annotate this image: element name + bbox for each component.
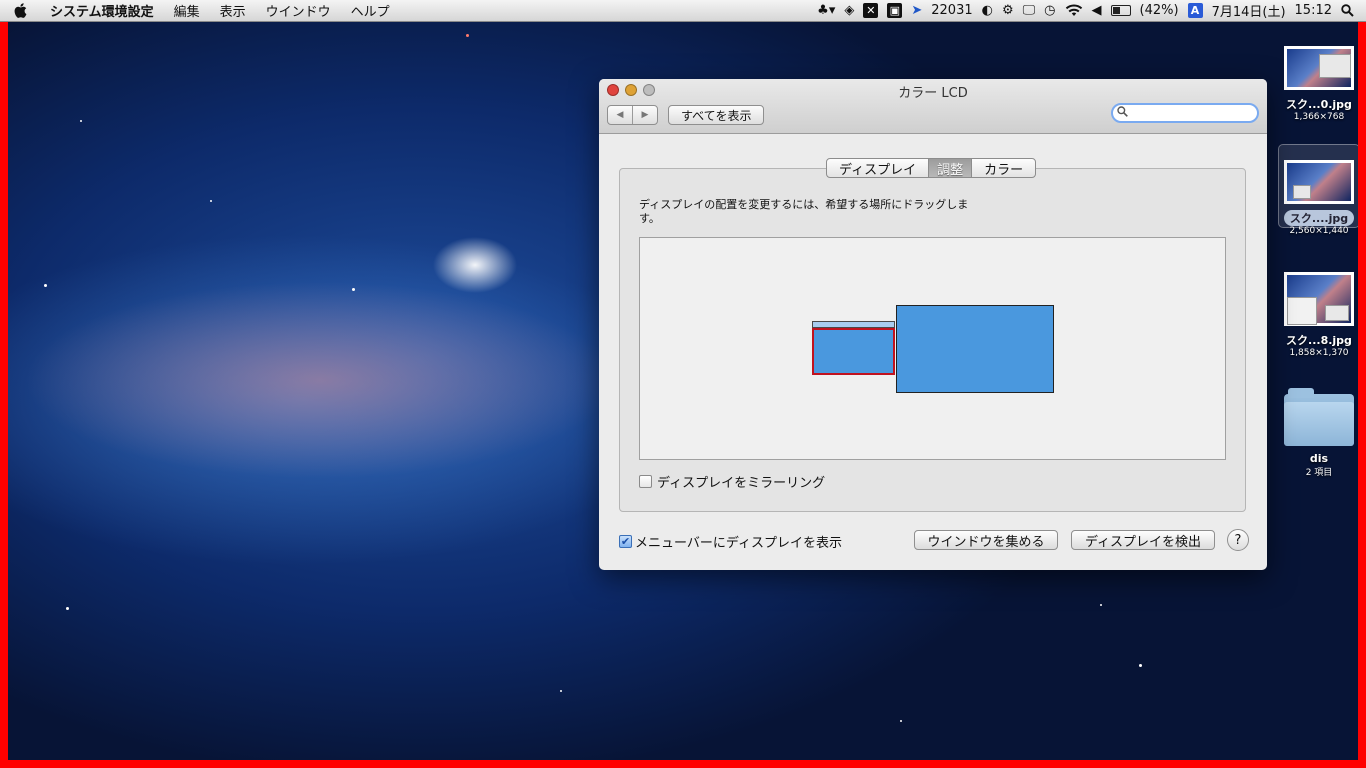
- desktop-folder-dis[interactable]: dis 2 項目: [1277, 388, 1361, 478]
- x-app-icon[interactable]: ✕: [863, 3, 879, 18]
- pref-tabs: ディスプレイ 調整 カラー: [826, 158, 1037, 178]
- folder-item-count: 2 項目: [1305, 468, 1333, 478]
- menubar-label: メニューバーにディスプレイを表示: [635, 536, 842, 551]
- tab-color[interactable]: カラー: [971, 159, 1035, 177]
- window-title: カラー LCD: [898, 86, 968, 101]
- menu-edit[interactable]: 編集: [164, 1, 210, 20]
- cursor-counter-icon[interactable]: ➤: [911, 3, 922, 18]
- desktop-file-screenshot-1[interactable]: スク...0.jpg 1,366×768: [1277, 46, 1361, 122]
- time-machine-icon[interactable]: ◷: [1044, 3, 1055, 18]
- star: [210, 200, 212, 202]
- star: [466, 34, 469, 37]
- star: [44, 284, 47, 287]
- file-dimensions: 1,366×768: [1293, 112, 1345, 122]
- spotlight-search-icon[interactable]: [1341, 4, 1354, 17]
- file-thumbnail: [1284, 46, 1354, 90]
- battery-percent: (42%): [1139, 3, 1179, 18]
- mirror-checkbox[interactable]: [639, 475, 652, 488]
- folder-name: dis: [1309, 452, 1329, 465]
- menu-view[interactable]: 表示: [210, 1, 256, 20]
- battery-icon[interactable]: [1110, 5, 1131, 16]
- id-card-icon[interactable]: ▣: [887, 3, 903, 18]
- gather-windows-button[interactable]: ウインドウを集める: [914, 530, 1058, 550]
- wifi-icon[interactable]: [1065, 4, 1083, 17]
- help-button[interactable]: ?: [1227, 529, 1249, 551]
- menubar-indicator[interactable]: [812, 321, 895, 328]
- search-icon: [1117, 106, 1128, 120]
- display-icon[interactable]: 🖵: [1023, 3, 1036, 18]
- file-name: スク...0.jpg: [1286, 98, 1352, 111]
- globe-icon[interactable]: ◈: [844, 3, 854, 18]
- back-button[interactable]: ◀: [608, 106, 632, 124]
- detect-displays-button[interactable]: ディスプレイを検出: [1071, 530, 1215, 550]
- star: [900, 720, 902, 722]
- show-displays-in-menubar-option[interactable]: ✔ メニューバーにディスプレイを表示: [619, 532, 842, 551]
- menu-help[interactable]: ヘルプ: [341, 1, 400, 20]
- color-lcd-preferences-window: カラー LCD ◀ ▶ すべてを表示 ディスプレイ 調整 カラー ディスプレイの…: [599, 79, 1267, 570]
- counter-value: 22031: [931, 3, 973, 18]
- apple-menu-icon[interactable]: [0, 3, 40, 18]
- display-primary[interactable]: [896, 305, 1054, 393]
- input-method-icon[interactable]: A: [1187, 3, 1203, 18]
- star: [80, 120, 82, 122]
- search-input[interactable]: [1128, 105, 1242, 121]
- status-area: ♣▾ ◈ ✕ ▣ ➤ 22031 ◐ ⚙ 🖵 ◷ ◀ (42%) A 7月14日…: [817, 1, 1366, 20]
- star: [66, 607, 69, 610]
- display-arrangement-area: [639, 237, 1226, 460]
- file-thumbnail: [1284, 160, 1354, 204]
- display-secondary[interactable]: [812, 321, 895, 375]
- menu-app-name[interactable]: システム環境設定: [40, 1, 164, 20]
- file-dimensions: 1,858×1,370: [1289, 348, 1349, 358]
- desktop-file-screenshot-3[interactable]: スク...8.jpg 1,858×1,370: [1277, 272, 1361, 358]
- half-moon-icon[interactable]: ◐: [982, 3, 993, 18]
- menubar-checkbox[interactable]: ✔: [619, 535, 632, 548]
- arrangement-instruction: ディスプレイの配置を変更するには、希望する場所にドラッグします。: [639, 198, 969, 225]
- star: [352, 288, 355, 291]
- tab-arrangement[interactable]: 調整: [928, 159, 972, 177]
- leaf-icon[interactable]: ♣▾: [817, 3, 835, 18]
- show-all-button[interactable]: すべてを表示: [668, 105, 765, 125]
- file-dimensions: 2,560×1,440: [1289, 226, 1349, 236]
- search-field[interactable]: [1111, 103, 1259, 123]
- menu-window[interactable]: ウインドウ: [256, 1, 341, 20]
- folder-icon: [1284, 388, 1354, 446]
- menu-date[interactable]: 7月14日(土): [1212, 1, 1286, 20]
- volume-icon[interactable]: ◀: [1092, 3, 1102, 18]
- star: [560, 690, 562, 692]
- star: [1100, 604, 1102, 606]
- file-thumbnail: [1284, 272, 1354, 326]
- forward-button[interactable]: ▶: [632, 106, 657, 124]
- window-toolbar: カラー LCD ◀ ▶ すべてを表示: [599, 79, 1267, 134]
- menu-time[interactable]: 15:12: [1295, 3, 1332, 18]
- file-name: スク....jpg: [1283, 210, 1355, 226]
- mirror-displays-option[interactable]: ディスプレイをミラーリング: [639, 472, 825, 491]
- mirror-label: ディスプレイをミラーリング: [657, 476, 826, 491]
- gear-icon[interactable]: ⚙: [1002, 3, 1014, 18]
- menu-bar: システム環境設定 編集 表示 ウインドウ ヘルプ ♣▾ ◈ ✕ ▣ ➤ 2203…: [0, 0, 1366, 22]
- desktop-file-screenshot-2[interactable]: スク....jpg 2,560×1,440: [1277, 160, 1361, 236]
- nav-back-forward: ◀ ▶: [607, 105, 658, 125]
- file-name: スク...8.jpg: [1286, 334, 1352, 347]
- star: [1139, 664, 1142, 667]
- tab-display[interactable]: ディスプレイ: [827, 159, 928, 178]
